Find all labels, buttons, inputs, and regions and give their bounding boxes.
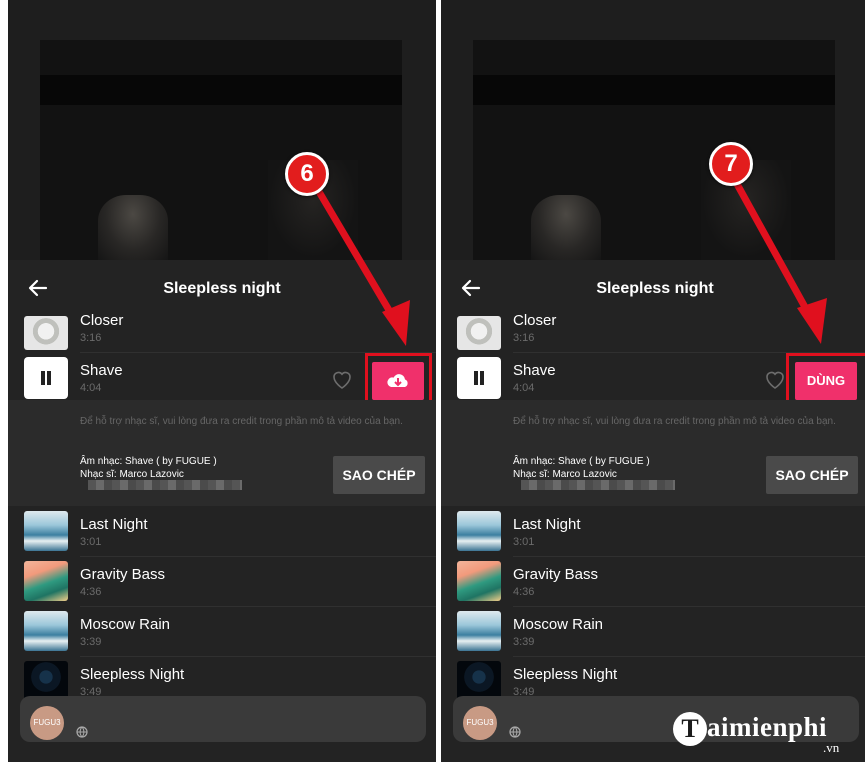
- track-title: Closer: [513, 312, 557, 329]
- sheet-title: Sleepless night: [596, 280, 714, 297]
- track-title: Gravity Bass: [80, 566, 166, 583]
- video-band: [473, 75, 835, 105]
- sheet-title: Sleepless night: [163, 280, 281, 297]
- step-callout: 7: [709, 142, 753, 186]
- track-title: Moscow Rain: [513, 616, 604, 633]
- track-title: Moscow Rain: [80, 616, 171, 633]
- track-thumbnail: [457, 316, 501, 350]
- artist-credit: Nhạc sĩ: Marco Lazovic: [513, 469, 617, 480]
- track-last-night[interactable]: Last Night 3:01: [8, 506, 436, 557]
- track-gravity-bass[interactable]: Gravity Bass 4:36: [8, 556, 436, 607]
- track-duration: 4:04: [80, 382, 102, 394]
- heart-icon[interactable]: [330, 368, 354, 390]
- track-gravity-bass[interactable]: Gravity Bass 4:36: [441, 556, 865, 607]
- screen-right: Sleepless night Closer 3:16 Shave 4:04 D…: [441, 0, 865, 762]
- track-shave[interactable]: Shave 4:04: [8, 352, 436, 411]
- track-closer[interactable]: Closer 3:16: [8, 310, 436, 353]
- track-moscow-rain[interactable]: Moscow Rain 3:39: [441, 606, 865, 657]
- track-title: Last Night: [80, 516, 148, 533]
- watermark-initial: T: [673, 712, 707, 746]
- track-duration: 3:01: [80, 536, 102, 548]
- globe-icon: [76, 726, 88, 738]
- track-thumbnail: [24, 611, 68, 651]
- track-title: Last Night: [513, 516, 581, 533]
- blurred-link: [521, 480, 675, 490]
- heart-icon[interactable]: [763, 368, 787, 390]
- pause-icon: [472, 371, 486, 385]
- track-thumbnail: [24, 511, 68, 551]
- video-preview: [441, 0, 865, 260]
- pause-button[interactable]: [457, 357, 501, 399]
- watermark-brand: aimienphi: [707, 712, 828, 742]
- artist-credit: Nhạc sĩ: Marco Lazovic: [80, 469, 184, 480]
- track-title: Shave: [80, 362, 123, 379]
- track-title: Closer: [80, 312, 124, 329]
- track-duration: 4:36: [80, 586, 102, 598]
- credit-note: Để hỗ trợ nhạc sĩ, vui lòng đưa ra credi…: [513, 416, 836, 427]
- credit-details: Để hỗ trợ nhạc sĩ, vui lòng đưa ra credi…: [8, 400, 436, 506]
- credit-note: Để hỗ trợ nhạc sĩ, vui lòng đưa ra credi…: [80, 416, 403, 427]
- track-title: Gravity Bass: [513, 566, 599, 583]
- track-duration: 4:04: [513, 382, 535, 394]
- video-subject: [531, 195, 601, 260]
- track-closer[interactable]: Closer 3:16: [441, 310, 865, 353]
- track-duration: 3:16: [513, 332, 535, 344]
- globe-icon: [509, 726, 521, 738]
- copy-button[interactable]: SAO CHÉP: [333, 456, 425, 494]
- pause-button[interactable]: [24, 357, 68, 399]
- track-thumbnail: [24, 561, 68, 601]
- track-thumbnail: [457, 661, 501, 701]
- music-credit: Âm nhạc: Shave ( by FUGUE ): [513, 456, 650, 467]
- track-duration: 3:39: [513, 636, 535, 648]
- track-thumbnail: [24, 661, 68, 701]
- track-thumbnail: [457, 561, 501, 601]
- video-preview: [8, 0, 436, 260]
- screen-left: Sleepless night Closer 3:16 Shave 4:04 Đ…: [8, 0, 436, 762]
- copy-button[interactable]: SAO CHÉP: [766, 456, 858, 494]
- credit-details: Để hỗ trợ nhạc sĩ, vui lòng đưa ra credi…: [441, 400, 865, 506]
- track-duration: 3:39: [80, 636, 102, 648]
- track-thumbnail: [457, 611, 501, 651]
- track-last-night[interactable]: Last Night 3:01: [441, 506, 865, 557]
- track-title: Sleepless Night: [513, 666, 618, 683]
- track-thumbnail: [24, 316, 68, 350]
- avatar: FUGU3: [463, 706, 497, 740]
- track-shave[interactable]: Shave 4:04 DÙNG: [441, 352, 865, 411]
- video-subject: [98, 195, 168, 260]
- track-moscow-rain[interactable]: Moscow Rain 3:39: [8, 606, 436, 657]
- avatar: FUGU3: [30, 706, 64, 740]
- step-callout: 6: [285, 152, 329, 196]
- watermark-suffix: .vn: [823, 740, 840, 755]
- track-thumbnail: [457, 511, 501, 551]
- pause-icon: [39, 371, 53, 385]
- music-sheet: Sleepless night Closer 3:16 Shave 4:04 Đ…: [8, 260, 436, 762]
- video-band: [40, 75, 402, 105]
- track-duration: 4:36: [513, 586, 535, 598]
- track-duration: 3:01: [513, 536, 535, 548]
- track-title: Shave: [513, 362, 556, 379]
- music-credit: Âm nhạc: Shave ( by FUGUE ): [80, 456, 217, 467]
- music-sheet: Sleepless night Closer 3:16 Shave 4:04 D…: [441, 260, 865, 762]
- track-duration: 3:16: [80, 332, 102, 344]
- channel-bar: FUGU3: [20, 696, 426, 742]
- blurred-link: [88, 480, 242, 490]
- track-title: Sleepless Night: [80, 666, 185, 683]
